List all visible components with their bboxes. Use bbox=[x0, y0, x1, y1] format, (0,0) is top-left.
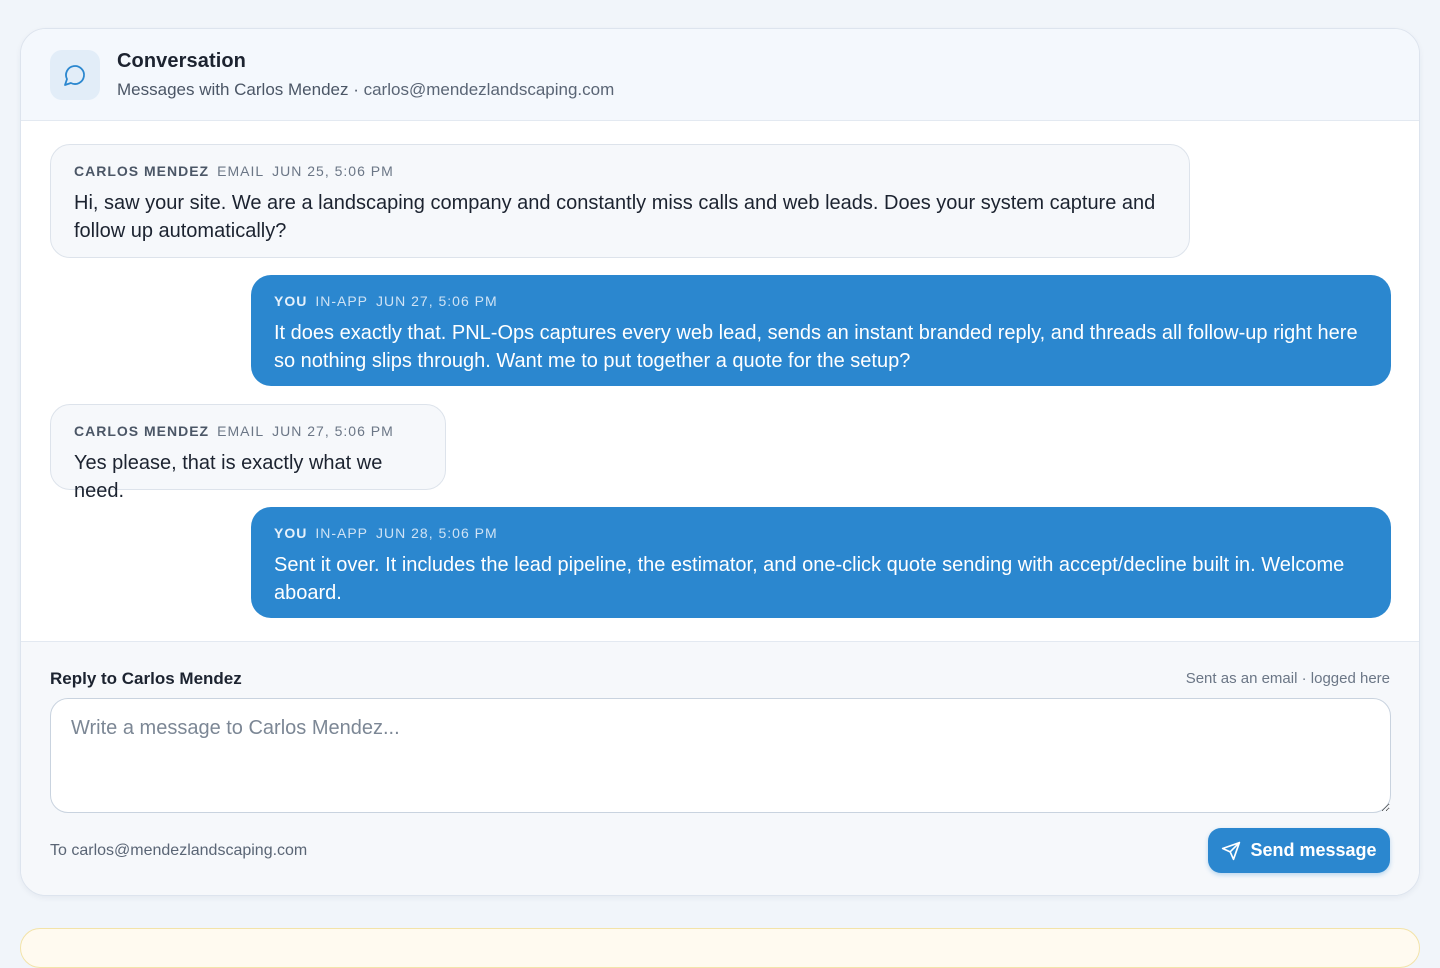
message-thread: CARLOS MENDEZ EMAIL JUN 25, 5:06 PM Hi, sa… bbox=[21, 121, 1419, 641]
message-channel: EMAIL bbox=[217, 423, 265, 439]
message-text: It does exactly that. PNL-Ops captures e… bbox=[274, 322, 1358, 372]
message-bubble-outgoing: YOU IN-APP JUN 28, 5:06 PM Sent it over. I… bbox=[251, 507, 1391, 618]
message-meta: YOU IN-APP JUN 27, 5:06 PM bbox=[274, 293, 1368, 309]
subtitle-contact-name: Messages with Carlos Mendez bbox=[117, 79, 349, 99]
message-channel: IN-APP bbox=[315, 293, 369, 309]
message-bubble-incoming: CARLOS MENDEZ EMAIL JUN 25, 5:06 PM Hi, sa… bbox=[50, 144, 1190, 258]
subtitle-separator: · bbox=[348, 79, 364, 99]
message-sender: YOU bbox=[274, 293, 308, 309]
subtitle-contact-email: carlos@mendezlandscaping.com bbox=[363, 79, 615, 99]
message-meta: CARLOS MENDEZ EMAIL JUN 25, 5:06 PM bbox=[74, 163, 1166, 179]
send-message-button[interactable]: Send message bbox=[1208, 828, 1390, 873]
message-timestamp: JUN 27, 5:06 PM bbox=[272, 423, 394, 439]
reply-composer: Reply to Carlos Mendez Sent as an email … bbox=[21, 641, 1419, 895]
recipient-address: To carlos@mendezlandscaping.com bbox=[50, 842, 308, 859]
reply-message-input[interactable] bbox=[50, 698, 1391, 813]
message-text: Hi, saw your site. We are a landscaping … bbox=[74, 192, 1156, 242]
message-timestamp: JUN 28, 5:06 PM bbox=[376, 525, 498, 541]
message-meta: YOU IN-APP JUN 28, 5:06 PM bbox=[274, 525, 1368, 541]
paper-plane-icon bbox=[1222, 841, 1241, 860]
conversation-header: Conversation Messages with Carlos Mendez… bbox=[21, 29, 1419, 121]
message-text: Yes please, that is exactly what we need… bbox=[74, 452, 383, 502]
next-panel-edge bbox=[20, 928, 1420, 968]
message-channel: EMAIL bbox=[217, 163, 265, 179]
message-text: Sent it over. It includes the lead pipel… bbox=[274, 554, 1345, 604]
delivery-note: Sent as an email · logged here bbox=[1185, 670, 1390, 687]
message-bubble-incoming: CARLOS MENDEZ EMAIL JUN 27, 5:06 PM Yes pl… bbox=[50, 404, 446, 502]
message-bubble-outgoing: YOU IN-APP JUN 27, 5:06 PM It does exactly… bbox=[251, 275, 1391, 386]
message-channel: IN-APP bbox=[315, 525, 369, 541]
conversation-subtitle: Messages with Carlos Mendez · carlos@men… bbox=[117, 80, 614, 100]
send-button-label: Send message bbox=[1250, 840, 1377, 860]
reply-label: Reply to Carlos Mendez bbox=[50, 669, 242, 688]
message-sender: YOU bbox=[274, 525, 308, 541]
message-meta: CARLOS MENDEZ EMAIL JUN 27, 5:06 PM bbox=[74, 423, 422, 439]
message-timestamp: JUN 27, 5:06 PM bbox=[376, 293, 498, 309]
message-sender: CARLOS MENDEZ bbox=[74, 423, 210, 439]
conversation-card: Conversation Messages with Carlos Mendez… bbox=[20, 28, 1420, 896]
message-sender: CARLOS MENDEZ bbox=[74, 163, 210, 179]
page-title: Conversation bbox=[117, 49, 247, 72]
chat-bubble-icon bbox=[50, 49, 100, 100]
message-timestamp: JUN 25, 5:06 PM bbox=[272, 163, 394, 179]
